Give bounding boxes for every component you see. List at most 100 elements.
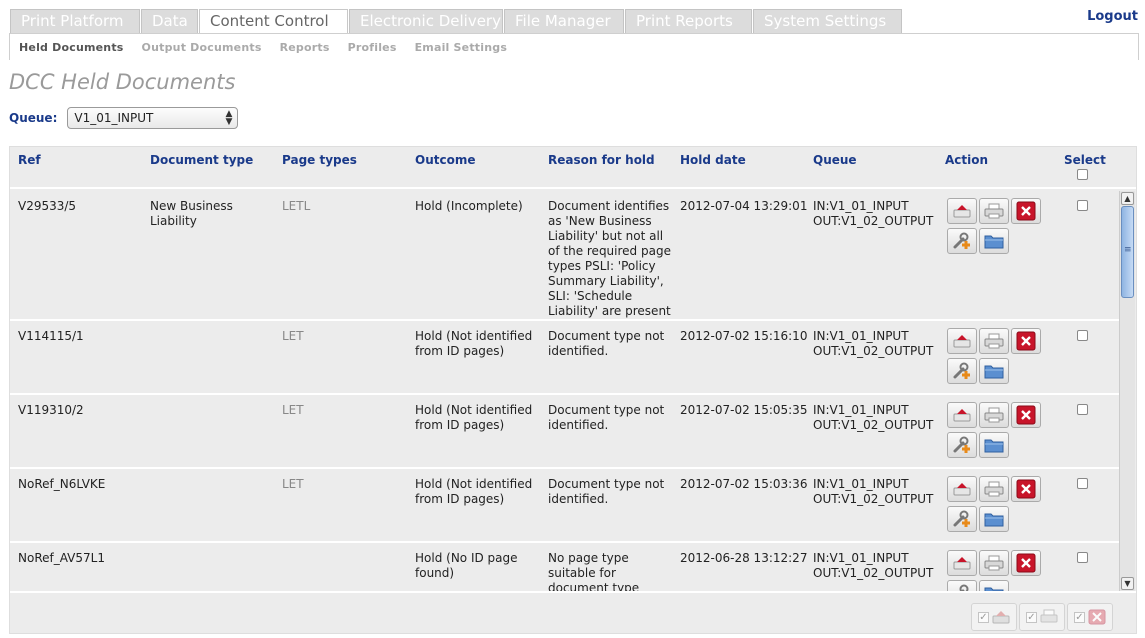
table-header: Ref Document type Page types Outcome Rea… (10, 147, 1136, 189)
delete-button[interactable] (1011, 550, 1041, 576)
queue-filter: Queue: V1_01_INPUT ▲ ▼ (9, 107, 239, 129)
queue-in: IN:V1_01_INPUT (813, 329, 909, 343)
cell-queue: IN:V1_01_INPUT OUT:V1_02_OUTPUT (813, 199, 943, 229)
delete-button[interactable] (1011, 476, 1041, 502)
queue-in: IN:V1_01_INPUT (813, 199, 909, 213)
cell-document-type: New Business Liability (150, 199, 233, 228)
wrench-add-icon (959, 584, 969, 591)
release-icon (953, 409, 971, 422)
print-icon (984, 203, 1004, 219)
cell-page-types: LET (282, 477, 304, 491)
folder-icon (984, 235, 1004, 249)
scroll-down-icon[interactable]: ▼ (1121, 577, 1134, 590)
scroll-up-icon[interactable]: ▲ (1121, 192, 1134, 205)
open-document-button[interactable] (979, 506, 1009, 532)
cell-hold-date: 2012-06-28 13:12:27 (680, 551, 808, 565)
row-select-checkbox[interactable] (1077, 200, 1088, 211)
release-selected-button[interactable]: ✓ (971, 603, 1017, 631)
subtab-profiles[interactable]: Profiles (348, 41, 397, 54)
table-scrollbar[interactable]: ▲ ▼ (1119, 191, 1135, 591)
cell-reason: No page type suitable for document type (548, 551, 640, 591)
open-document-button[interactable] (979, 432, 1009, 458)
delete-icon (1016, 405, 1036, 425)
release-button[interactable] (947, 198, 977, 224)
tab-system-settings[interactable]: System Settings (753, 9, 902, 33)
cell-page-types: LETL (282, 199, 311, 213)
print-selected-button[interactable]: ✓ (1019, 603, 1065, 631)
subtab-output-documents[interactable]: Output Documents (142, 41, 262, 54)
edit-document-button[interactable] (947, 358, 977, 384)
delete-icon (1088, 609, 1106, 625)
tab-print-reports[interactable]: Print Reports (625, 9, 752, 33)
queue-in: IN:V1_01_INPUT (813, 477, 909, 491)
delete-icon (1016, 479, 1036, 499)
delete-button[interactable] (1011, 328, 1041, 354)
release-button[interactable] (947, 550, 977, 576)
release-button[interactable] (947, 476, 977, 502)
logout-link[interactable]: Logout (1087, 9, 1138, 24)
tab-file-manager[interactable]: File Manager (504, 9, 624, 33)
checkmark-icon: ✓ (1074, 611, 1085, 623)
queue-select[interactable]: V1_01_INPUT ▲ ▼ (67, 107, 239, 129)
cell-page-types: LET (282, 403, 304, 417)
print-icon (984, 407, 1004, 423)
release-button[interactable] (947, 402, 977, 428)
open-document-button[interactable] (979, 358, 1009, 384)
print-button[interactable] (979, 198, 1009, 224)
checkmark-icon: ✓ (978, 611, 989, 623)
delete-button[interactable] (1011, 402, 1041, 428)
queue-in: IN:V1_01_INPUT (813, 551, 909, 565)
header-select: Select (1064, 153, 1106, 167)
cell-hold-date: 2012-07-02 15:05:35 (680, 403, 808, 417)
header-queue[interactable]: Queue (813, 153, 857, 167)
cell-queue: IN:V1_01_INPUT OUT:V1_02_OUTPUT (813, 329, 943, 359)
print-button[interactable] (979, 402, 1009, 428)
wrench-add-icon (953, 510, 970, 527)
header-ref[interactable]: Ref (18, 153, 41, 167)
header-document-type[interactable]: Document type (150, 153, 253, 167)
row-select-checkbox[interactable] (1077, 552, 1088, 563)
header-reason[interactable]: Reason for hold (548, 153, 655, 167)
row-select-checkbox[interactable] (1077, 330, 1088, 341)
cell-outcome: Hold (Not identified from ID pages) (415, 477, 533, 506)
cell-hold-date: 2012-07-04 13:29:01 (680, 199, 808, 213)
subtab-held-documents[interactable]: Held Documents (19, 41, 124, 54)
header-hold-date[interactable]: Hold date (680, 153, 746, 167)
print-button[interactable] (979, 476, 1009, 502)
tab-print-platform[interactable]: Print Platform (10, 9, 140, 33)
print-button[interactable] (979, 328, 1009, 354)
open-document-button[interactable] (979, 580, 1009, 591)
table-row: V114115/1 LET Hold (Not identified from ID… (10, 321, 1119, 395)
subtab-reports[interactable]: Reports (280, 41, 330, 54)
edit-document-button[interactable] (947, 432, 977, 458)
header-outcome[interactable]: Outcome (415, 153, 475, 167)
subtab-email-settings[interactable]: Email Settings (415, 41, 508, 54)
cell-queue: IN:V1_01_INPUT OUT:V1_02_OUTPUT (813, 551, 943, 581)
cell-reason: Document type not identified. (548, 403, 665, 432)
delete-selected-button[interactable]: ✓ (1067, 603, 1113, 631)
queue-out: OUT:V1_02_OUTPUT (813, 566, 934, 580)
release-icon (992, 611, 1010, 624)
edit-document-button[interactable] (947, 228, 977, 254)
queue-out: OUT:V1_02_OUTPUT (813, 492, 934, 506)
table-row: NoRef_N6LVKE LET Hold (Not identified from… (10, 469, 1119, 543)
header-page-types[interactable]: Page types (282, 153, 357, 167)
row-select-checkbox[interactable] (1077, 404, 1088, 415)
tab-electronic-delivery[interactable]: Electronic Delivery (349, 9, 503, 33)
select-all-checkbox[interactable] (1077, 169, 1088, 180)
tab-content-control[interactable]: Content Control (199, 9, 348, 33)
print-button[interactable] (979, 550, 1009, 576)
edit-document-button[interactable] (947, 580, 977, 591)
queue-out: OUT:V1_02_OUTPUT (813, 344, 934, 358)
delete-button[interactable] (1011, 198, 1041, 224)
open-document-button[interactable] (979, 228, 1009, 254)
scroll-thumb[interactable] (1121, 206, 1134, 298)
held-documents-table: Ref Document type Page types Outcome Rea… (9, 146, 1137, 634)
cell-queue: IN:V1_01_INPUT OUT:V1_02_OUTPUT (813, 477, 943, 507)
tab-data[interactable]: Data (141, 9, 198, 33)
row-select-checkbox[interactable] (1077, 478, 1088, 489)
edit-document-button[interactable] (947, 506, 977, 532)
delete-icon (1016, 331, 1036, 351)
select-arrows-icon: ▲ ▼ (225, 109, 233, 127)
release-button[interactable] (947, 328, 977, 354)
